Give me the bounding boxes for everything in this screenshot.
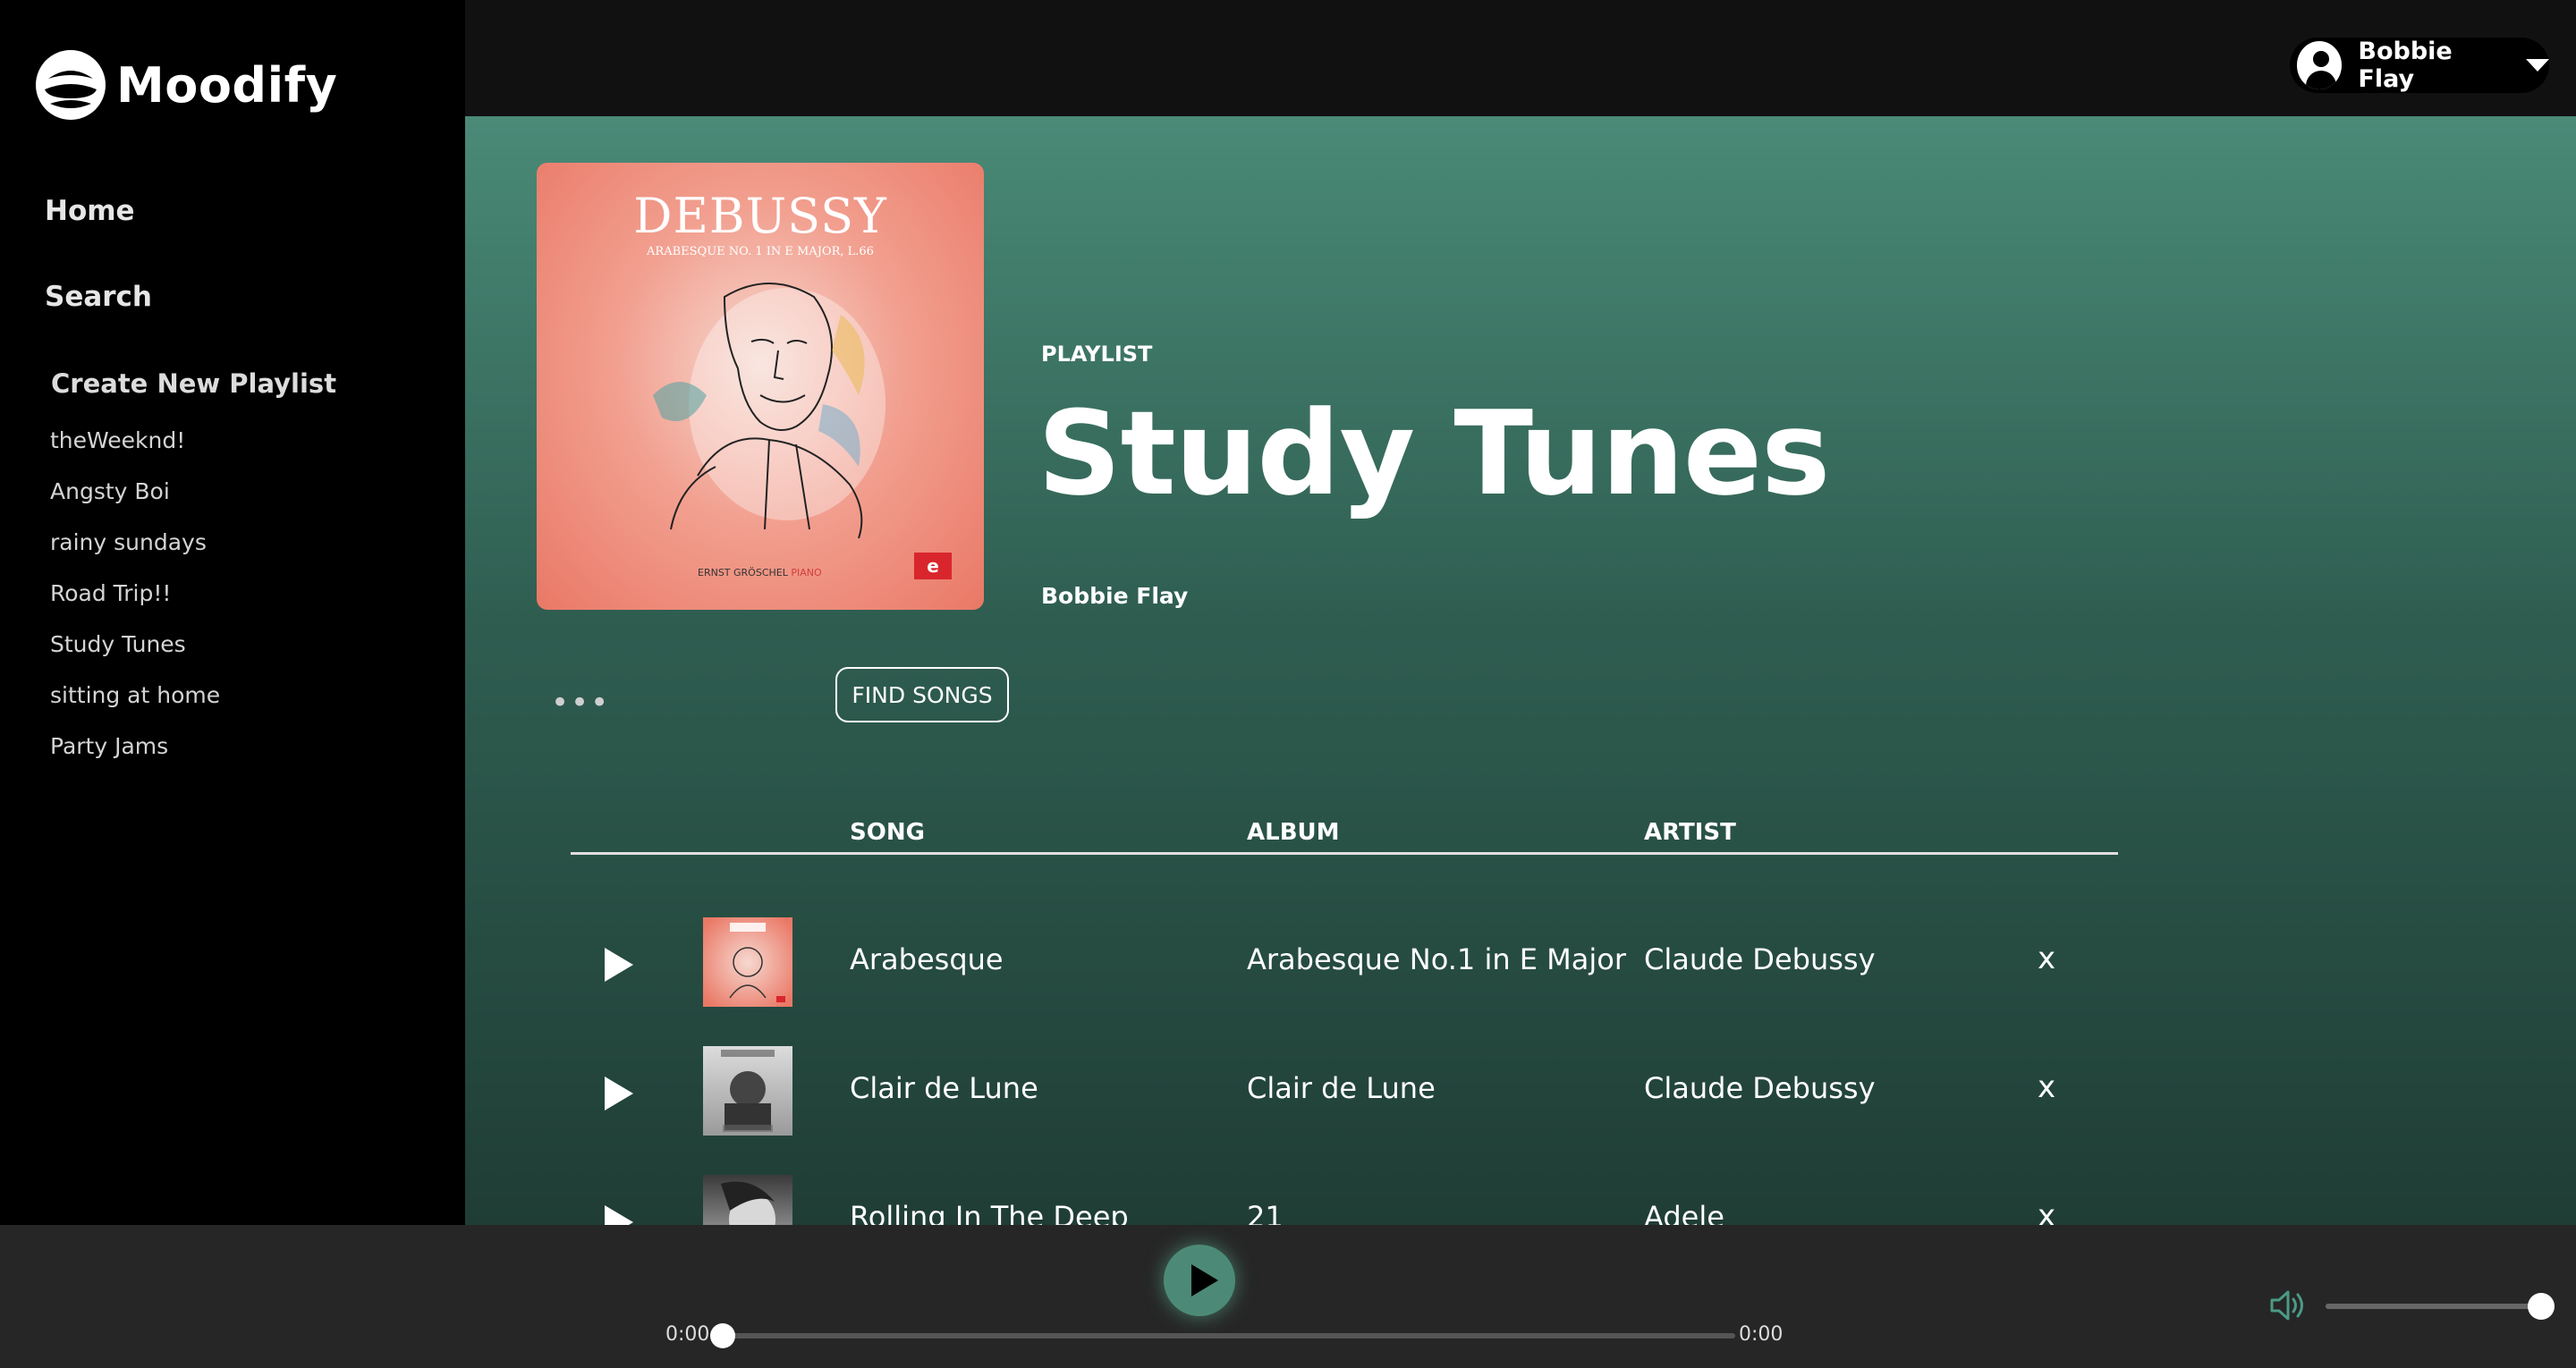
sidebar: Moodify Home Search Create New Playlist … bbox=[0, 0, 465, 1225]
nav-search[interactable]: Search bbox=[45, 281, 152, 313]
sidebar-playlist-item[interactable]: Road Trip!! bbox=[50, 580, 220, 631]
playlist-title: Study Tunes bbox=[1038, 385, 1830, 521]
debussy-portrait-illustration bbox=[653, 283, 886, 539]
user-name: Bobbie Flay bbox=[2358, 38, 2453, 93]
cover-title: DEBUSSY bbox=[633, 188, 887, 244]
track-thumbnail bbox=[703, 1046, 792, 1136]
sidebar-playlist-item[interactable]: Party Jams bbox=[50, 733, 220, 784]
track-thumbnail bbox=[703, 1175, 792, 1225]
record-label-logo: e bbox=[914, 553, 952, 579]
play-icon bbox=[1191, 1264, 1218, 1296]
track-song[interactable]: Arabesque bbox=[850, 942, 1004, 976]
play-pause-button[interactable] bbox=[1164, 1245, 1235, 1316]
column-header-song: SONG bbox=[850, 819, 925, 846]
find-songs-button[interactable]: FIND SONGS bbox=[835, 667, 1009, 722]
play-track-icon[interactable] bbox=[605, 1205, 633, 1225]
track-artist[interactable]: Adele bbox=[1644, 1200, 1724, 1225]
cover-credit: ERNST GRÖSCHEL PIANO bbox=[698, 567, 822, 578]
song-table-header: SONG ALBUM ARTIST bbox=[571, 814, 2118, 855]
column-header-artist: ARTIST bbox=[1644, 819, 1736, 846]
duration: 0:00 bbox=[1739, 1323, 1784, 1346]
debussy-cover-thumb-icon bbox=[729, 923, 785, 1002]
table-row[interactable]: Rolling In The Deep 21 Adele x bbox=[571, 1171, 2118, 1225]
top-bar: Bobbie Flay bbox=[465, 0, 2576, 116]
cover-subtitle: ARABESQUE NO. 1 IN E MAJOR, L.66 bbox=[647, 245, 874, 258]
remove-track-icon[interactable]: x bbox=[2038, 1069, 2055, 1105]
track-song[interactable]: Clair de Lune bbox=[850, 1071, 1038, 1105]
more-options-icon[interactable]: ••• bbox=[551, 685, 610, 721]
playlist-type-label: PLAYLIST bbox=[1041, 342, 1153, 367]
cover-instrument: PIANO bbox=[791, 567, 822, 578]
track-album[interactable]: 21 bbox=[1247, 1200, 1284, 1225]
table-row[interactable]: Clair de Lune Clair de Lune Claude Debus… bbox=[571, 1043, 2118, 1141]
playlist-cover: DEBUSSY ARABESQUE NO. 1 IN E MAJOR, L.66… bbox=[537, 163, 984, 610]
seek-handle[interactable] bbox=[710, 1323, 735, 1348]
user-menu-button[interactable]: Bobbie Flay bbox=[2290, 38, 2549, 93]
seek-bar[interactable] bbox=[723, 1333, 1735, 1338]
app-name: Moodify bbox=[116, 56, 338, 114]
volume-level bbox=[2326, 1304, 2540, 1309]
play-track-icon[interactable] bbox=[605, 948, 633, 982]
track-artist[interactable]: Claude Debussy bbox=[1644, 942, 1876, 976]
track-album[interactable]: Arabesque No.1 in E Major bbox=[1247, 942, 1626, 976]
clair-de-lune-cover-thumb-icon bbox=[721, 1050, 775, 1132]
sidebar-playlist-item[interactable]: sitting at home bbox=[50, 682, 220, 733]
moodify-logo-icon bbox=[36, 50, 106, 120]
column-header-album: ALBUM bbox=[1247, 819, 1340, 846]
volume-icon[interactable] bbox=[2268, 1288, 2308, 1323]
playlist-list: theWeeknd! Angsty Boi rainy sundays Road… bbox=[50, 427, 220, 784]
sidebar-playlist-item[interactable]: theWeeknd! bbox=[50, 427, 220, 478]
sidebar-playlist-item[interactable]: rainy sundays bbox=[50, 529, 220, 580]
playlist-view: DEBUSSY ARABESQUE NO. 1 IN E MAJOR, L.66… bbox=[465, 116, 2576, 1225]
volume-slider[interactable] bbox=[2326, 1304, 2540, 1309]
create-playlist-button[interactable]: Create New Playlist bbox=[51, 368, 336, 399]
track-artist[interactable]: Claude Debussy bbox=[1644, 1071, 1876, 1105]
table-row[interactable]: Arabesque Arabesque No.1 in E Major Clau… bbox=[571, 914, 2118, 1012]
play-track-icon[interactable] bbox=[605, 1077, 633, 1110]
cover-performer: ERNST GRÖSCHEL bbox=[698, 567, 788, 578]
nav-home[interactable]: Home bbox=[45, 195, 135, 227]
sidebar-playlist-item[interactable]: Angsty Boi bbox=[50, 478, 220, 529]
player-bar: 0:00 0:00 bbox=[0, 1225, 2576, 1368]
caret-down-icon bbox=[2526, 59, 2549, 72]
volume-handle[interactable] bbox=[2528, 1293, 2555, 1320]
track-song[interactable]: Rolling In The Deep bbox=[850, 1200, 1129, 1225]
track-thumbnail bbox=[703, 917, 792, 1007]
playlist-owner[interactable]: Bobbie Flay bbox=[1041, 583, 1188, 609]
adele-21-cover-thumb-icon bbox=[721, 1181, 775, 1225]
sidebar-playlist-item[interactable]: Study Tunes bbox=[50, 631, 220, 682]
remove-track-icon[interactable]: x bbox=[2038, 1198, 2055, 1225]
track-album[interactable]: Clair de Lune bbox=[1247, 1071, 1436, 1105]
app-logo[interactable]: Moodify bbox=[34, 45, 337, 125]
remove-track-icon[interactable]: x bbox=[2038, 941, 2055, 976]
user-circle-icon bbox=[2297, 41, 2343, 89]
current-time: 0:00 bbox=[665, 1323, 710, 1346]
